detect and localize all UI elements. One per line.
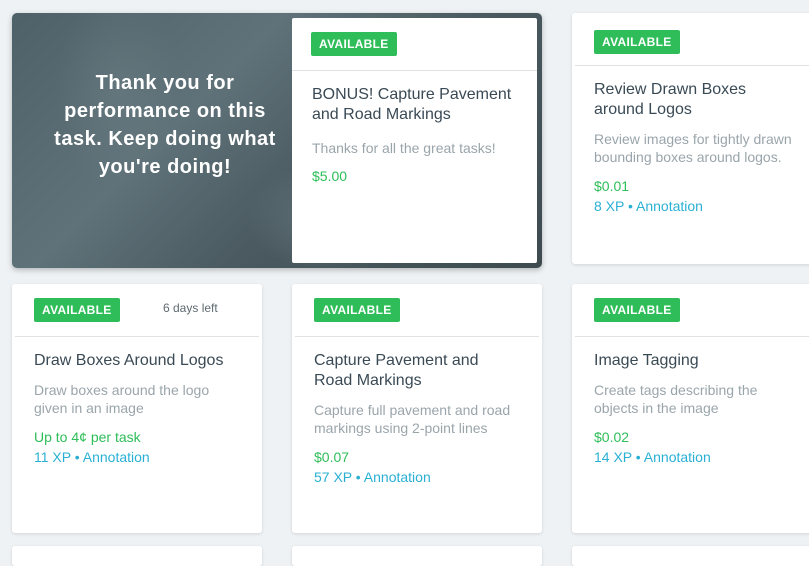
task-description: Capture full pavement and road markings … [314, 402, 511, 436]
task-title[interactable]: Review Drawn Boxes around Logos [594, 80, 800, 120]
card-header: AVAILABLE [575, 13, 809, 66]
card-header: AVAILABLE [575, 284, 809, 337]
task-card-partial[interactable] [292, 546, 542, 566]
available-badge: AVAILABLE [314, 298, 400, 322]
task-price: Up to 4¢ per task [34, 429, 141, 445]
task-description: Thanks for all the great tasks! [312, 140, 496, 156]
card-body: Capture Pavement and Road Markings Captu… [292, 337, 542, 486]
days-left-label: 6 days left [163, 301, 218, 315]
task-card-bonus[interactable]: AVAILABLE BONUS! Capture Pavement and Ro… [292, 18, 537, 263]
task-description: Review images for tightly drawn bounding… [594, 131, 792, 165]
card-body: Image Tagging Create tags describing the… [572, 337, 809, 466]
task-card-draw-boxes[interactable]: AVAILABLE 6 days left Draw Boxes Around … [12, 284, 262, 533]
task-card-review-drawn-boxes[interactable]: AVAILABLE Review Drawn Boxes around Logo… [572, 13, 809, 264]
task-price: $5.00 [312, 168, 348, 184]
task-price: $0.02 [594, 429, 630, 445]
available-badge: AVAILABLE [34, 298, 120, 322]
task-description: Draw boxes around the logo given in an i… [34, 382, 210, 416]
task-title[interactable]: Capture Pavement and Road Markings [314, 351, 520, 391]
card-body: BONUS! Capture Pavement and Road Marking… [292, 71, 537, 185]
hero-banner: Thank you for performance on this task. … [12, 13, 542, 268]
task-title[interactable]: BONUS! Capture Pavement and Road Marking… [312, 85, 515, 125]
card-body: Draw Boxes Around Logos Draw boxes aroun… [12, 337, 262, 466]
task-title[interactable]: Image Tagging [594, 351, 800, 371]
task-title[interactable]: Draw Boxes Around Logos [34, 351, 240, 371]
hero-message: Thank you for performance on this task. … [54, 72, 276, 178]
available-badge: AVAILABLE [594, 298, 680, 322]
task-meta: 11 XP • Annotation [34, 449, 150, 465]
task-card-partial[interactable] [12, 546, 262, 566]
card-header: AVAILABLE [292, 18, 537, 71]
task-card-partial[interactable] [572, 546, 809, 566]
task-card-capture-pavement[interactable]: AVAILABLE Capture Pavement and Road Mark… [292, 284, 542, 533]
task-card-image-tagging[interactable]: AVAILABLE Image Tagging Create tags desc… [572, 284, 809, 533]
task-price: $0.01 [594, 178, 630, 194]
card-header: AVAILABLE [295, 284, 539, 337]
task-meta: 57 XP • Annotation [314, 469, 431, 485]
card-body: Review Drawn Boxes around Logos Review i… [572, 66, 809, 215]
available-badge: AVAILABLE [594, 30, 680, 54]
task-meta: 8 XP • Annotation [594, 198, 703, 214]
task-price: $0.07 [314, 449, 350, 465]
available-badge: AVAILABLE [311, 32, 397, 56]
task-meta: 14 XP • Annotation [594, 449, 711, 465]
task-description: Create tags describing the objects in th… [594, 382, 758, 416]
card-header: AVAILABLE 6 days left [15, 284, 259, 337]
